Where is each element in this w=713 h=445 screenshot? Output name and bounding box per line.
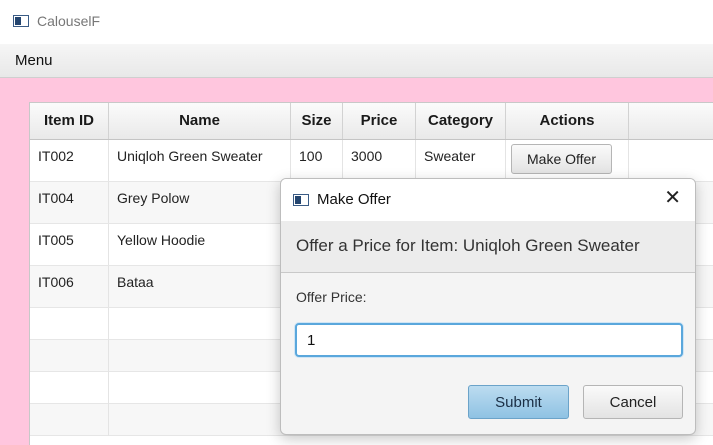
cell-name: Grey Polow	[109, 182, 291, 223]
column-header-actions[interactable]: Actions	[506, 103, 629, 139]
close-icon[interactable]: ✕	[664, 188, 681, 208]
column-header-price[interactable]: Price	[343, 103, 416, 139]
dialog-title: Make Offer	[317, 191, 391, 208]
dialog-window-icon	[293, 194, 309, 206]
cell-price: 3000	[343, 140, 416, 181]
column-header-size[interactable]: Size	[291, 103, 343, 139]
column-header-name[interactable]: Name	[109, 103, 291, 139]
cell-item-id: IT006	[30, 266, 109, 307]
cell-name: Bataa	[109, 266, 291, 307]
make-offer-dialog: Make Offer ✕ Offer a Price for Item: Uni…	[280, 178, 696, 435]
cell-name: Uniqloh Green Sweater	[109, 140, 291, 181]
table-header: Item ID Name Size Price Category Actions	[30, 103, 713, 140]
offer-price-input[interactable]	[295, 323, 683, 357]
submit-button[interactable]: Submit	[468, 385, 569, 419]
dialog-titlebar: Make Offer ✕	[281, 179, 695, 221]
column-header-category[interactable]: Category	[416, 103, 506, 139]
menu-item-menu[interactable]: Menu	[15, 52, 53, 69]
cell-name: Yellow Hoodie	[109, 224, 291, 265]
table-row[interactable]: IT002 Uniqloh Green Sweater 100 3000 Swe…	[30, 140, 713, 182]
offer-price-label: Offer Price:	[296, 289, 367, 305]
dialog-header-text: Offer a Price for Item: Uniqloh Green Sw…	[296, 236, 640, 255]
window-titlebar: CalouselF	[0, 0, 713, 44]
cell-size: 100	[291, 140, 343, 181]
cell-item-id: IT005	[30, 224, 109, 265]
app-window-icon	[13, 15, 29, 27]
cell-item-id: IT004	[30, 182, 109, 223]
menubar: Menu	[0, 44, 713, 78]
window-title: CalouselF	[37, 13, 101, 29]
make-offer-button[interactable]: Make Offer	[511, 144, 612, 174]
column-header-filler	[629, 103, 713, 139]
column-header-item-id[interactable]: Item ID	[30, 103, 109, 139]
dialog-header: Offer a Price for Item: Uniqloh Green Sw…	[281, 221, 695, 273]
cell-actions: Make Offer	[506, 140, 629, 181]
cell-category: Sweater	[416, 140, 506, 181]
cell-item-id: IT002	[30, 140, 109, 181]
cancel-button[interactable]: Cancel	[583, 385, 683, 419]
